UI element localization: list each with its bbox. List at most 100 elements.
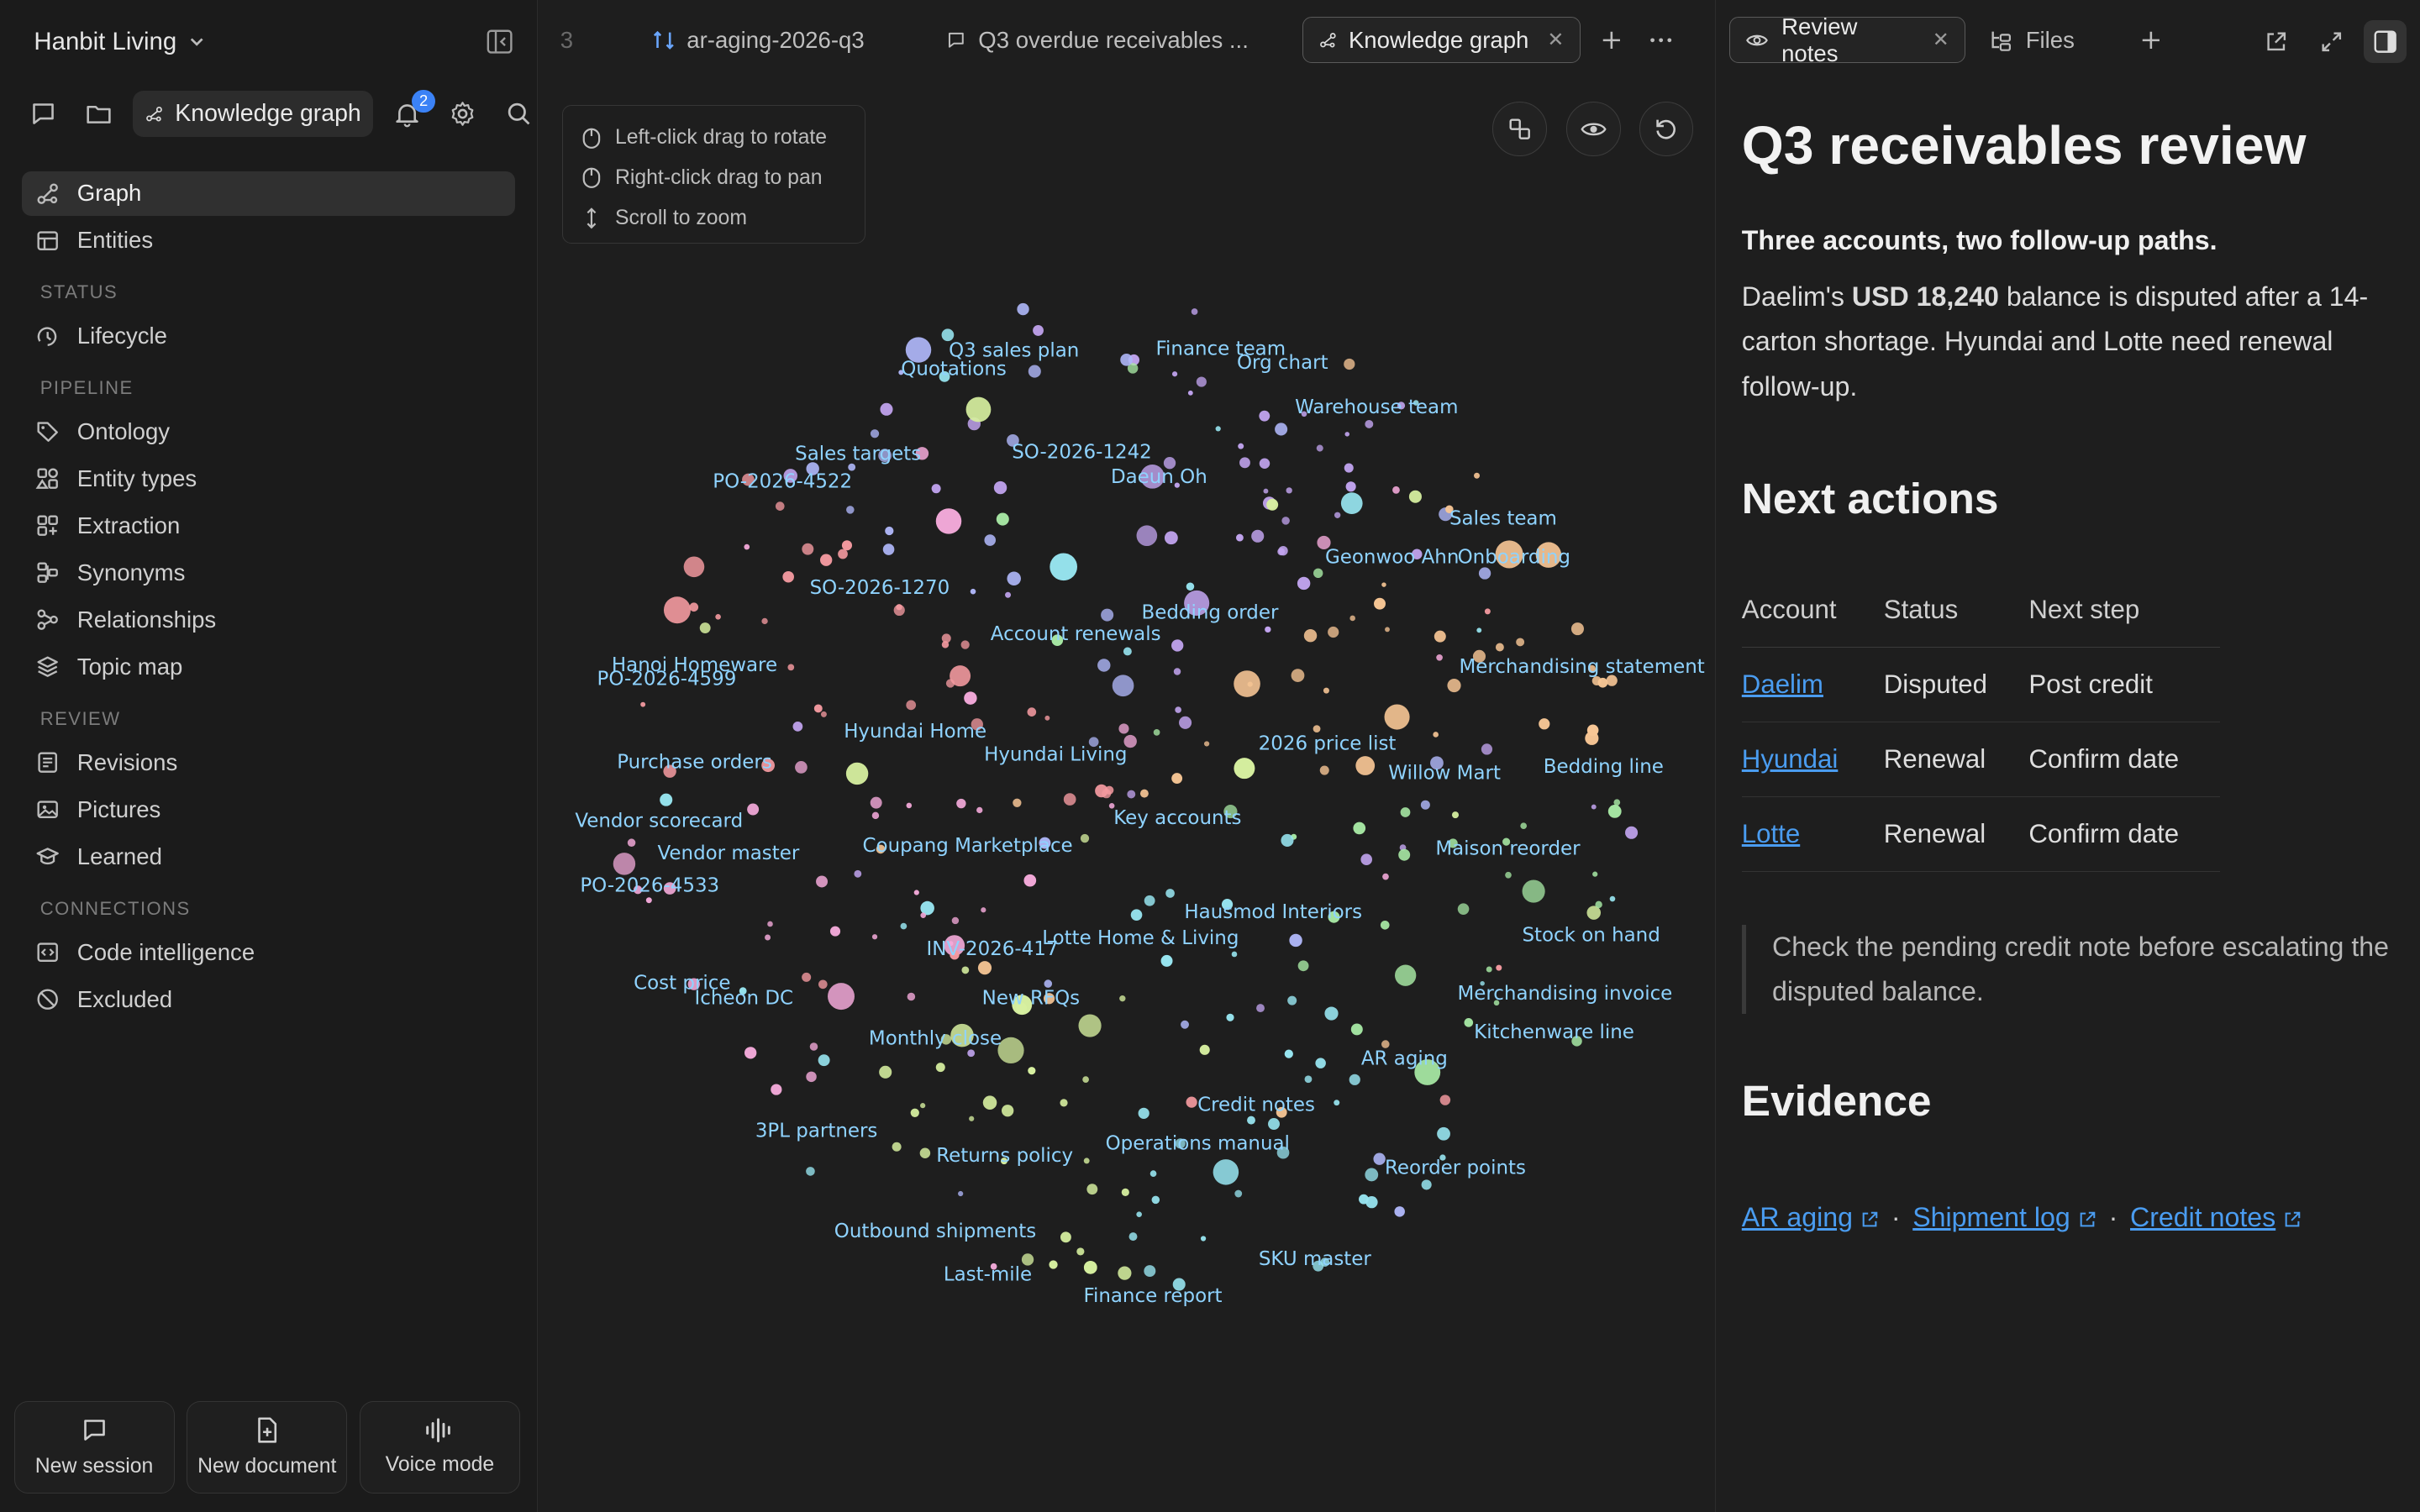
graph-node[interactable] [1291,669,1305,682]
graph-node[interactable] [613,853,636,875]
graph-node[interactable] [1203,741,1210,747]
graph-node[interactable] [1350,1023,1363,1036]
graph-node[interactable] [1328,626,1339,638]
account-link[interactable]: Lotte [1742,819,1800,848]
graph-node-label[interactable]: SO-2026-1270 [810,577,950,599]
graph-node[interactable] [1281,517,1290,525]
graph-node[interactable] [1150,1170,1157,1178]
graph-node[interactable] [1013,798,1022,807]
graph-node-label[interactable]: Hyundai Home [844,721,986,743]
graph-node[interactable] [1433,732,1439,738]
graph-node[interactable] [1585,731,1599,745]
knowledge-graph-button[interactable]: Knowledge graph [132,91,374,138]
graph-node[interactable] [1263,488,1269,494]
graph-node[interactable] [1281,833,1294,847]
graph-node[interactable] [1049,1260,1058,1269]
graph-node[interactable] [1215,426,1221,432]
graph-node-label[interactable]: Hausmod Interiors [1184,901,1362,923]
graph-node[interactable] [935,1063,945,1073]
graph-node[interactable] [1033,324,1044,336]
graph-node[interactable] [1076,1247,1085,1256]
graph-node[interactable] [907,992,916,1001]
graph-node-label[interactable]: Merchandising invoice [1457,983,1672,1005]
graph-node[interactable] [1286,487,1292,494]
graph-node[interactable] [1353,822,1366,835]
graph-node[interactable] [1478,567,1491,580]
graph-node[interactable] [1457,903,1470,915]
graph-node[interactable] [1028,1067,1036,1075]
graph-node[interactable] [1097,659,1111,672]
graph-visibility-button[interactable] [1566,102,1621,156]
graph-node-label[interactable]: Monthly close [869,1027,1002,1049]
graph-node[interactable] [1119,995,1126,1002]
graph-node[interactable] [1355,756,1376,775]
graph-node[interactable] [806,1167,815,1176]
graph-node[interactable] [1421,1179,1432,1190]
new-tab-button[interactable] [1601,17,1623,63]
graph-node[interactable] [906,802,913,809]
sidebar-item-entities[interactable]: Entities [22,218,516,263]
graph-node[interactable] [683,556,705,578]
graph-node[interactable] [699,622,711,633]
graph-node[interactable] [1381,582,1386,587]
graph-node[interactable] [1304,1075,1313,1084]
graph-node[interactable] [1373,1152,1386,1165]
graph-node-label[interactable]: Account renewals [991,623,1161,645]
graph-node[interactable] [1360,853,1372,866]
graph-node[interactable] [845,762,869,785]
tab-q3-overdue[interactable]: Q3 overdue receivables ... [946,17,1249,63]
tab-knowledge-graph[interactable]: Knowledge graph ✕ [1302,17,1581,64]
graph-node[interactable] [1196,376,1207,387]
graph-node[interactable] [1259,458,1270,469]
graph-node[interactable] [802,972,812,982]
graph-node[interactable] [960,640,970,649]
graph-node[interactable] [1144,895,1155,906]
graph-node[interactable] [1486,966,1492,973]
graph-node[interactable] [1520,822,1528,830]
graph-node[interactable] [1127,790,1136,799]
graph-node-label[interactable]: Sales team [1449,507,1557,529]
graph-node[interactable] [1316,444,1323,452]
graph-node[interactable] [1007,571,1021,586]
graph-node[interactable] [1400,807,1411,817]
graph-node[interactable] [1266,498,1279,511]
graph-node-label[interactable]: Kitchenware line [1474,1021,1634,1043]
graph-node[interactable] [813,704,823,713]
graph-node-label[interactable]: Bedding order [1142,602,1279,624]
evidence-link[interactable]: Credit notes [2130,1202,2302,1233]
graph-node-label[interactable]: Purchase orders [617,752,772,774]
graph-node[interactable] [767,921,773,927]
graph-node[interactable] [879,1065,892,1079]
graph-node[interactable] [1050,553,1078,581]
graph-node[interactable] [1044,715,1050,721]
sidebar-item-relationships[interactable]: Relationships [22,598,516,643]
graph-node[interactable] [1187,390,1193,396]
graph-node[interactable] [1086,1184,1098,1195]
graph-node[interactable] [1151,1195,1160,1205]
graph-node[interactable] [982,1095,997,1110]
graph-node[interactable] [1365,1168,1379,1182]
graph-node[interactable] [1595,900,1602,909]
graph-node[interactable] [1297,960,1309,972]
graph-node-label[interactable]: PO-2026-4522 [713,470,852,492]
tab-partial[interactable]: 3 [560,17,573,63]
graph-node[interactable] [951,916,960,925]
account-link[interactable]: Hyundai [1742,744,1839,774]
graph-node[interactable] [645,897,652,904]
graph-node[interactable] [782,570,794,583]
graph-node[interactable] [1130,909,1143,921]
sidebar-item-pictures[interactable]: Pictures [22,787,516,832]
graph-node[interactable] [1313,568,1323,579]
graph-node[interactable] [958,1190,964,1197]
graph-node[interactable] [1164,531,1178,545]
graph-node-label[interactable]: Reorder points [1385,1158,1526,1179]
graph-node[interactable] [1275,423,1288,436]
graph-node[interactable] [1268,1118,1280,1131]
graph-node[interactable] [1451,811,1460,819]
graph-node[interactable] [935,508,962,534]
graph-node[interactable] [913,890,919,895]
graph-node[interactable] [1334,1100,1340,1106]
graph-node[interactable] [1080,833,1090,843]
graph-node[interactable] [1365,419,1374,428]
evidence-link[interactable]: AR aging [1742,1202,1879,1233]
